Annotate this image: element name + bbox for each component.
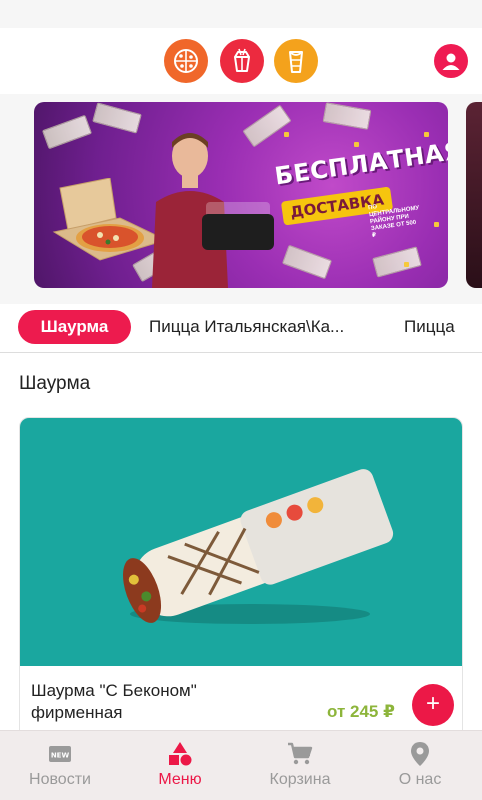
nav-about[interactable]: О нас: [360, 731, 480, 800]
promo-note: по центральному району при заказе от 500…: [367, 204, 420, 240]
product-image: [20, 418, 462, 666]
tab-shawarma[interactable]: Шаурма: [18, 310, 131, 344]
confetti-decoration: [354, 142, 359, 147]
status-bar: [0, 0, 482, 28]
nav-about-label: О нас: [398, 771, 442, 788]
section-title: Шаурма: [19, 373, 91, 394]
nav-cart-label: Корзина: [269, 771, 331, 788]
menu-shapes-icon: [167, 741, 193, 767]
banknote-decoration: [322, 102, 372, 130]
banknote-decoration: [92, 102, 142, 134]
noodle-box-icon: [234, 48, 250, 72]
confetti-decoration: [284, 132, 289, 137]
category-wok-button[interactable]: [220, 39, 264, 83]
nav-cart[interactable]: Корзина: [240, 731, 360, 800]
category-shawarma-button[interactable]: [274, 39, 318, 83]
promo-banner-next[interactable]: [466, 102, 482, 288]
promo-carousel[interactable]: БЕСПЛАТНАЯ ДОСТАВКА по центральному райо…: [0, 94, 482, 304]
category-tabs: Шаурма Пицца Итальянская\Ка... Пицца: [0, 304, 482, 352]
promo-title: БЕСПЛАТНАЯ: [272, 136, 448, 191]
profile-icon: [442, 53, 460, 70]
product-card[interactable]: Шаурма "С Беконом" фирменная от 245 ₽ +: [19, 417, 463, 730]
sushi-tray-illustration: [202, 214, 274, 250]
tab-pizza-italian[interactable]: Пицца Итальянская\Ка...: [149, 310, 344, 344]
profile-button[interactable]: [434, 44, 468, 78]
bottom-navigation: NEW Новости Меню Корзина О нас: [0, 730, 482, 800]
confetti-decoration: [424, 132, 429, 137]
confetti-decoration: [404, 262, 409, 267]
banknote-decoration: [281, 244, 333, 280]
shawarma-roll-icon: [289, 51, 303, 73]
nav-menu[interactable]: Меню: [120, 731, 240, 800]
product-title: Шаурма "С Беконом" фирменная: [31, 681, 197, 722]
svg-text:NEW: NEW: [51, 752, 70, 760]
tab-pizza[interactable]: Пицца: [404, 310, 455, 344]
product-price: от 245 ₽: [327, 702, 395, 721]
nav-news[interactable]: NEW Новости: [0, 731, 120, 800]
nav-news-label: Новости: [29, 771, 91, 788]
shawarma-image: [123, 469, 394, 624]
banknote-decoration: [372, 246, 422, 278]
banknote-decoration: [242, 104, 292, 148]
promo-banner-free-delivery[interactable]: БЕСПЛАТНАЯ ДОСТАВКА по центральному райо…: [34, 102, 448, 288]
category-pizza-button[interactable]: [164, 39, 208, 83]
banknote-decoration: [41, 114, 93, 150]
top-bar: [0, 28, 482, 94]
confetti-decoration: [434, 222, 439, 227]
add-to-cart-button[interactable]: +: [412, 684, 454, 726]
pizza-icon: [174, 49, 198, 73]
nav-menu-label: Меню: [158, 771, 202, 788]
cart-icon: [287, 741, 313, 767]
location-pin-icon: [407, 741, 433, 767]
menu-content: Шаурма Шаурма "С Беконом" фирменная от 2…: [0, 353, 482, 730]
news-icon: NEW: [47, 741, 73, 767]
